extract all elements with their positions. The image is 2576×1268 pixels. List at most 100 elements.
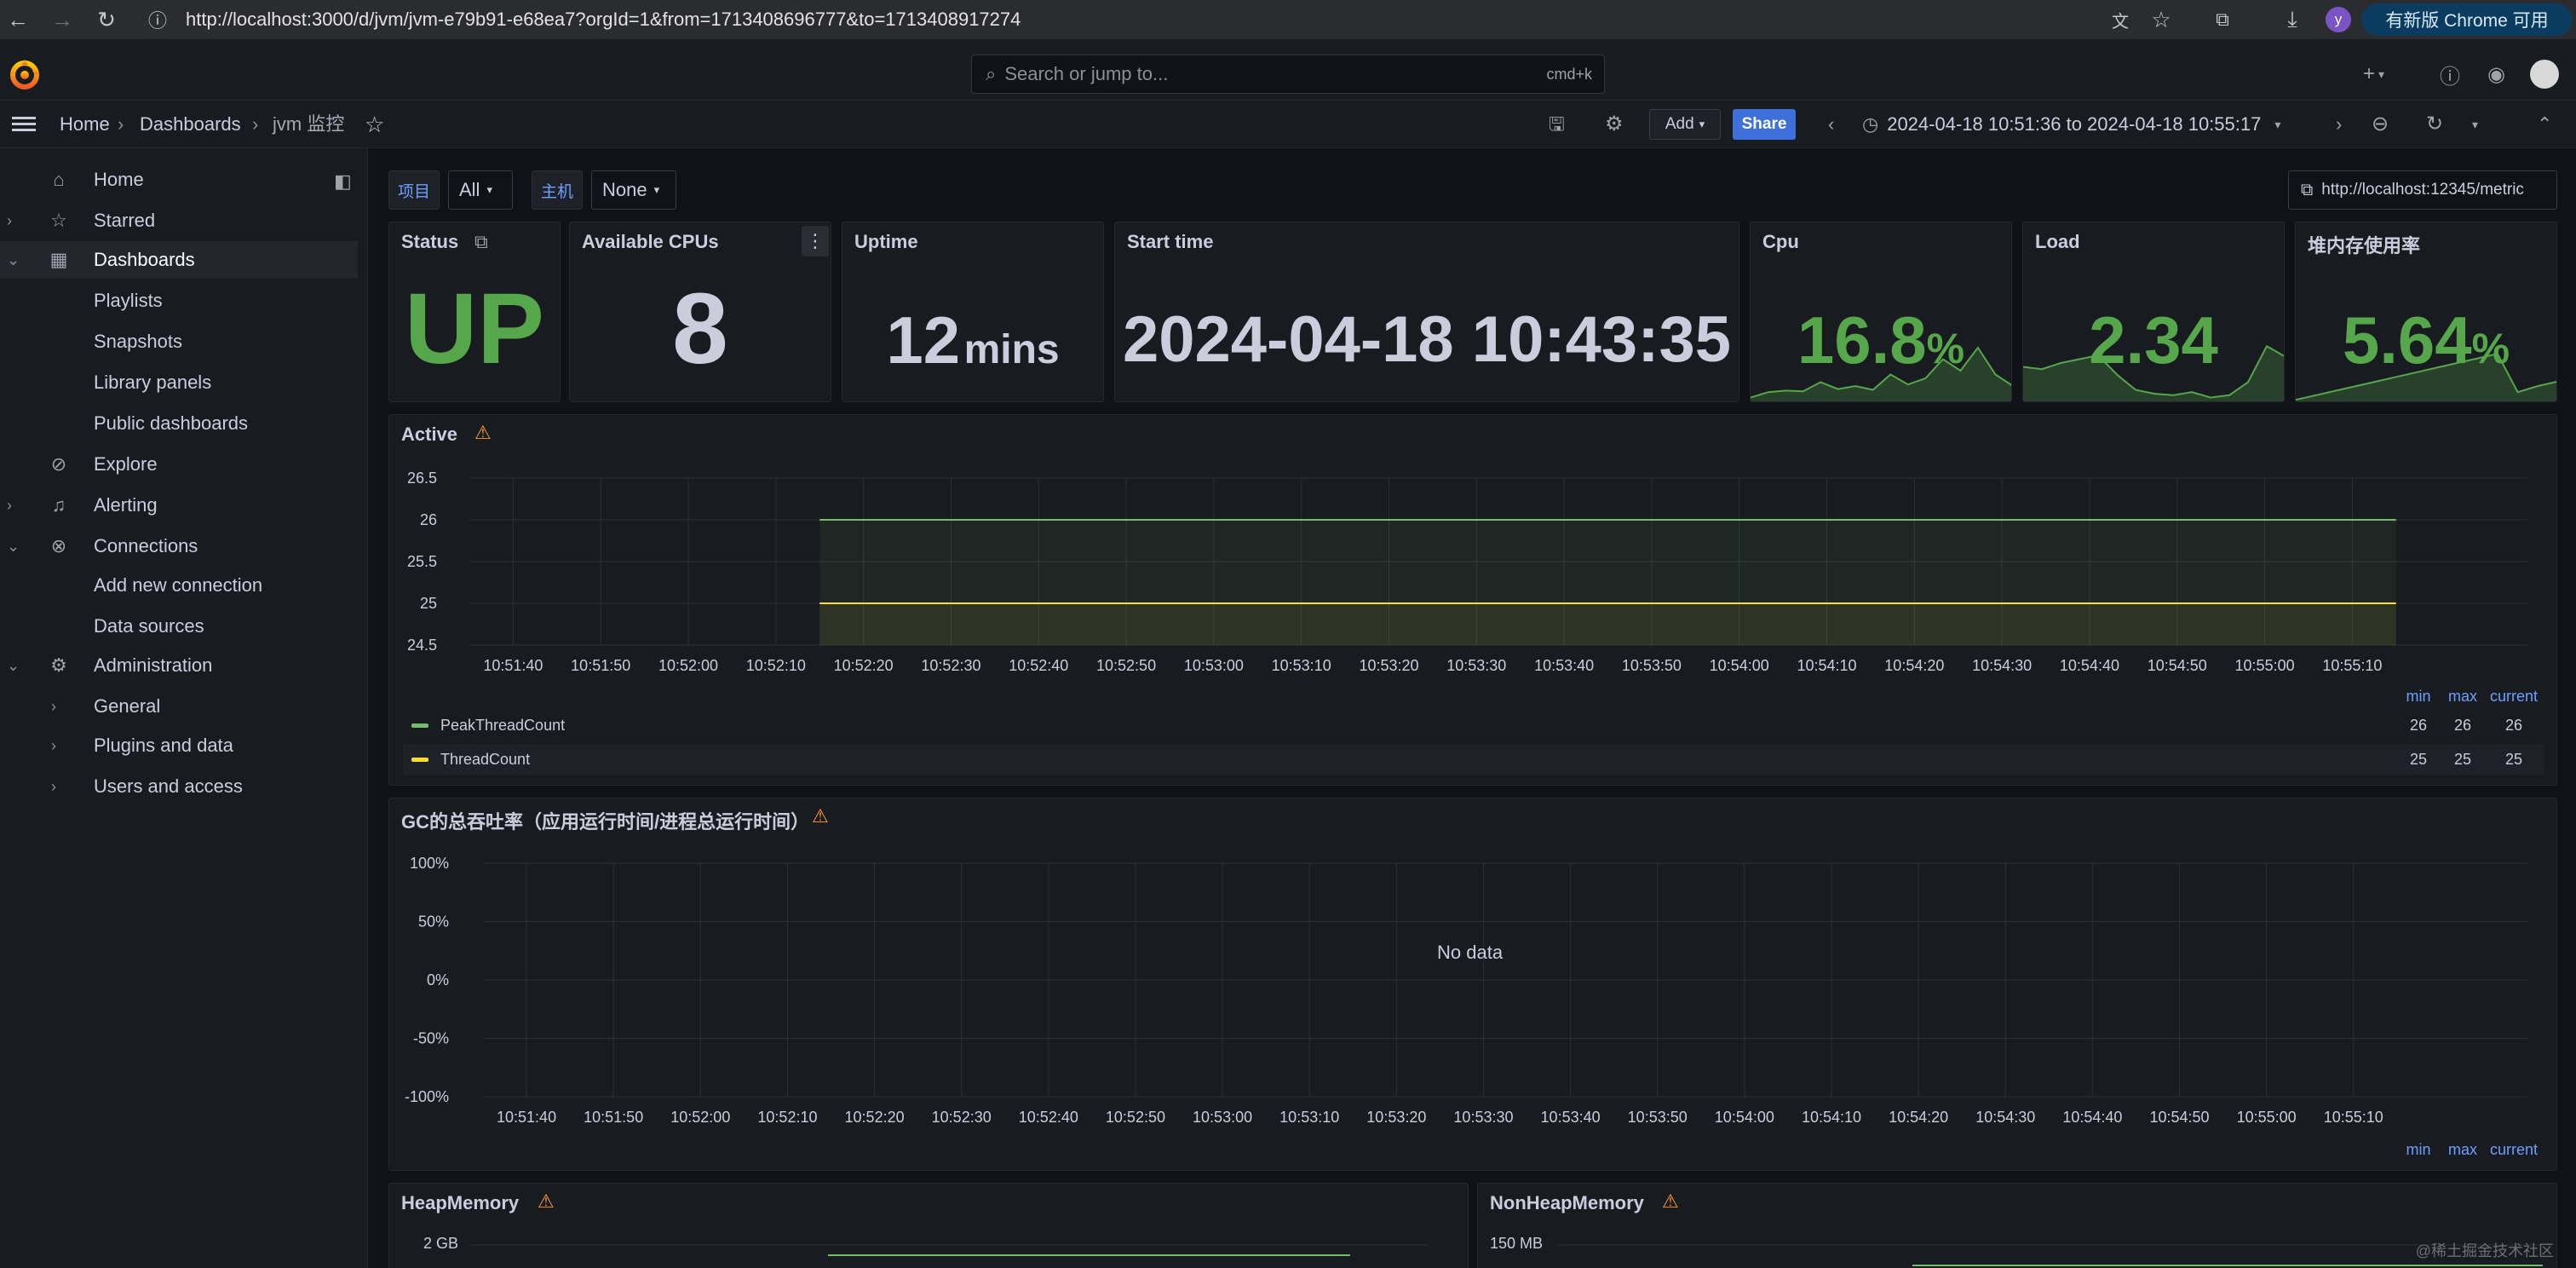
chevron-down-icon[interactable]: ⌄: [7, 251, 20, 269]
time-forward-icon[interactable]: ›: [2336, 101, 2342, 148]
sidebar-item-public-dashboards[interactable]: Public dashboards: [0, 405, 358, 442]
panel-heap-memory[interactable]: HeapMemory ⚠ 2 GB: [388, 1183, 1469, 1268]
save-dashboard-icon[interactable]: 🖫: [1549, 101, 1565, 148]
share-button[interactable]: Share: [1733, 109, 1796, 140]
refresh-icon[interactable]: ↻: [2426, 101, 2443, 148]
bookmark-star-icon[interactable]: ☆: [2147, 0, 2176, 39]
profile-avatar[interactable]: y: [2326, 7, 2351, 32]
site-info-icon[interactable]: ⓘ: [145, 8, 170, 32]
time-back-icon[interactable]: ‹: [1828, 101, 1834, 148]
user-avatar[interactable]: [2530, 60, 2559, 89]
refresh-interval-chevron-icon[interactable]: ▾: [2472, 101, 2478, 148]
panel-start-time[interactable]: Start time 2024-04-18 10:43:35: [1114, 222, 1739, 402]
y-tick-label: 50%: [418, 914, 449, 931]
menu-hamburger-icon[interactable]: [10, 111, 37, 138]
forward-arrow-icon[interactable]: →: [48, 0, 77, 39]
extensions-icon[interactable]: ⧉: [2208, 0, 2237, 39]
panel-available-cpus[interactable]: Available CPUs ⋮ 8: [569, 222, 831, 402]
legend-header: min: [2406, 688, 2430, 705]
legend-value: 25: [2410, 751, 2427, 768]
watermark: @稀土掘金技术社区: [2415, 1242, 2554, 1259]
x-tick-label: 10:52:50: [1096, 657, 1156, 674]
sidebar-item-users-and-access[interactable]: › Users and access: [0, 768, 358, 805]
panel-nonheap-memory[interactable]: NonHeapMemory ⚠ 150 MB: [1477, 1183, 2557, 1268]
breadcrumb-separator: ›: [252, 113, 259, 135]
compass-icon: ⊘: [50, 453, 67, 475]
sidebar-item-alerting[interactable]: › ♫ Alerting: [0, 487, 358, 524]
no-data-label: No data: [1437, 942, 1504, 963]
x-tick-label: 10:52:00: [670, 1109, 730, 1126]
settings-gear-icon[interactable]: ⚙: [1605, 101, 1624, 148]
variable-select-host[interactable]: None ▾: [591, 170, 676, 210]
sidebar-item-starred[interactable]: › ☆ Starred: [0, 202, 358, 239]
grafana-logo-icon[interactable]: [9, 56, 41, 92]
time-range-label: 2024-04-18 10:51:36 to 2024-04-18 10:55:…: [1887, 113, 2262, 135]
sidebar-item-administration[interactable]: ⌄ ⚙ Administration: [0, 647, 358, 684]
chevron-right-icon[interactable]: ›: [7, 212, 12, 230]
x-tick-label: 10:53:30: [1446, 657, 1506, 674]
browser-toolbar: ← → ↻ ⓘ http://localhost:3000/d/jvm/jvm-…: [0, 0, 2576, 39]
x-tick-label: 10:53:40: [1541, 1109, 1601, 1126]
sidebar-item-playlists[interactable]: Playlists: [0, 282, 358, 320]
sidebar-item-dashboards[interactable]: ⌄ ▦ Dashboards: [0, 241, 358, 279]
y-tick-label: 24.5: [407, 637, 437, 654]
breadcrumb-home[interactable]: Home: [60, 101, 110, 148]
help-icon[interactable]: ⓘ: [2440, 55, 2460, 94]
translate-icon[interactable]: 文: [2106, 0, 2135, 39]
legend-swatch: [411, 723, 428, 728]
panel-status[interactable]: Status ⧉ UP: [388, 222, 561, 402]
legend-header: max: [2448, 688, 2477, 705]
add-button[interactable]: Add ▾: [1649, 109, 1721, 140]
chrome-update-button[interactable]: 有新版 Chrome 可用: [2361, 3, 2573, 36]
new-button[interactable]: + ▾: [2363, 55, 2384, 94]
y-tick-label: 0%: [427, 971, 449, 988]
download-icon[interactable]: ⤓: [2278, 0, 2307, 39]
chevron-right-icon[interactable]: ›: [51, 778, 56, 796]
panel-cpu[interactable]: Cpu 16.8%: [1750, 222, 2012, 402]
sidebar-item-data-sources[interactable]: Data sources: [0, 608, 358, 645]
panel-menu-icon[interactable]: ⋮: [802, 226, 829, 256]
panel-heap-usage[interactable]: 堆内存使用率 5.64%: [2295, 222, 2557, 402]
breadcrumb-dashboards[interactable]: Dashboards: [140, 101, 241, 148]
reload-icon[interactable]: ↻: [92, 0, 121, 39]
x-tick-label: 10:53:30: [1453, 1109, 1513, 1126]
x-tick-label: 10:52:40: [1019, 1109, 1078, 1126]
link-icon: ⊗: [50, 535, 67, 556]
sidebar-item-connections[interactable]: ⌄ ⊗ Connections: [0, 527, 358, 565]
variable-select-project[interactable]: All ▾: [448, 170, 513, 210]
search-placeholder: Search or jump to...: [1004, 63, 1169, 84]
favorite-star-icon[interactable]: ☆: [365, 101, 384, 148]
x-tick-label: 10:54:30: [1975, 1109, 2035, 1126]
x-tick-label: 10:55:00: [2235, 657, 2295, 674]
sidebar-item-library-panels[interactable]: Library panels: [0, 364, 358, 401]
chevron-right-icon[interactable]: ›: [7, 497, 12, 515]
sidebar-item-add-new-connection[interactable]: Add new connection: [0, 567, 358, 604]
x-tick-label: 10:54:40: [2060, 657, 2119, 674]
external-link-icon: ⧉: [2301, 180, 2314, 199]
news-rss-icon[interactable]: ◉: [2487, 55, 2505, 94]
sidebar-item-explore[interactable]: ⊘ Explore: [0, 446, 358, 483]
sidebar-item-snapshots[interactable]: Snapshots: [0, 323, 358, 360]
time-range-picker[interactable]: ◷ 2024-04-18 10:51:36 to 2024-04-18 10:5…: [1862, 101, 2280, 148]
search-input[interactable]: ⌕ Search or jump to... cmd+k: [971, 55, 1605, 94]
chevron-right-icon[interactable]: ›: [51, 737, 56, 755]
sidebar-item-plugins-and-data[interactable]: › Plugins and data: [0, 727, 358, 764]
dashboard-link[interactable]: ⧉ http://localhost:12345/metric: [2288, 170, 2557, 210]
search-icon: ⌕: [986, 63, 997, 84]
panel-uptime[interactable]: Uptime 12 mins: [842, 222, 1104, 402]
back-arrow-icon[interactable]: ←: [3, 0, 32, 39]
y-tick-label: 100%: [410, 855, 449, 872]
chevron-down-icon[interactable]: ⌄: [7, 657, 20, 675]
chevron-down-icon[interactable]: ⌄: [7, 538, 20, 556]
external-link-icon[interactable]: ⧉: [474, 231, 488, 253]
panel-load[interactable]: Load 2.34: [2022, 222, 2285, 402]
sidebar-item-home[interactable]: ⌂ Home: [0, 161, 358, 199]
address-bar[interactable]: http://localhost:3000/d/jvm/jvm-e79b91-e…: [186, 0, 1021, 39]
zoom-out-icon[interactable]: ⊖: [2372, 101, 2389, 148]
collapse-up-icon[interactable]: ⌃: [2537, 101, 2552, 148]
chevron-right-icon[interactable]: ›: [51, 698, 56, 716]
sidebar-item-general[interactable]: › General: [0, 688, 358, 725]
panel-active[interactable]: Active ⚠ 26.5 26 25.5 25 24.5 10:51:40 10:51:5…: [388, 414, 2557, 786]
panel-gc-throughput[interactable]: GC的总吞吐率（应用运行时间/进程总运行时间） ⚠ 100% 50% 0% -50% -…: [388, 798, 2557, 1171]
y-tick-label: 26.5: [407, 470, 437, 487]
